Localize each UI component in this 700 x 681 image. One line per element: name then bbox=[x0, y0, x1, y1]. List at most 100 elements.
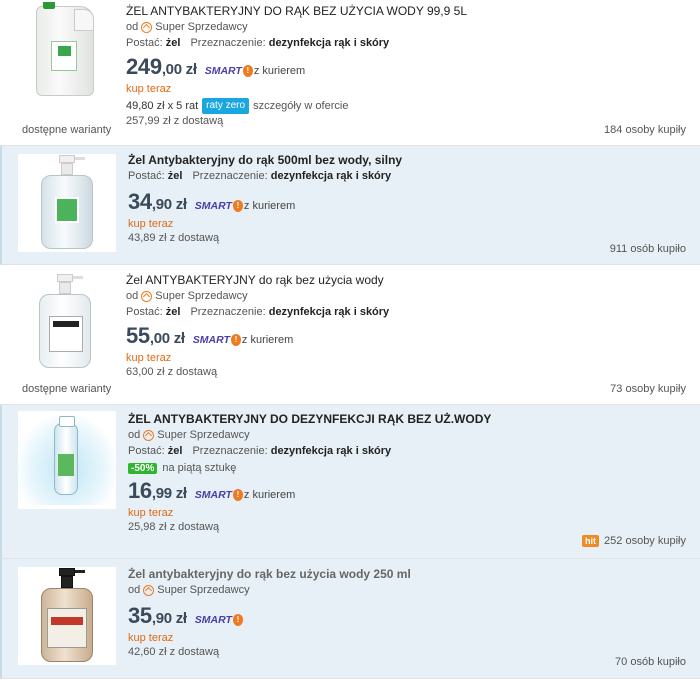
params: Postać: żel Przeznaczenie: dezynfekcja rą… bbox=[126, 36, 690, 50]
buy-now-link[interactable]: kup teraz bbox=[128, 217, 690, 231]
offer-title[interactable]: ŻEL ANTYBAKTERYJNY DO DEZYNFEKCJI RĄK BE… bbox=[128, 412, 690, 426]
param-value: żel bbox=[167, 170, 183, 182]
smart-badge-icon: ! bbox=[242, 65, 253, 77]
buy-now-link[interactable]: kup teraz bbox=[126, 351, 690, 365]
hit-badge: hit bbox=[582, 535, 600, 547]
offer-item: ŻEL ANTYBAKTERYJNY DO DEZYNFEKCJI RĄK BE… bbox=[0, 405, 700, 559]
seller-prefix: od bbox=[126, 21, 139, 33]
price-row: 249,00 zł SMART! z kurierem bbox=[126, 54, 690, 80]
buyers-count: 73 osoby kupiły bbox=[610, 383, 686, 395]
installment-line: 49,80 zł x 5 rat raty zero szczegóły w o… bbox=[126, 98, 690, 114]
seller-name: Super Sprzedawcy bbox=[157, 584, 250, 596]
shipping-price: 43,89 zł z dostawą bbox=[128, 232, 220, 244]
param-label: Postać: bbox=[126, 37, 163, 49]
shipping-price: 42,60 zł z dostawą bbox=[128, 646, 220, 658]
smart-logo: SMART! z kurierem bbox=[204, 65, 306, 77]
param-value: żel bbox=[167, 445, 183, 457]
buyers-count: 70 osób kupiło bbox=[615, 656, 686, 668]
smart-courier-text: z kurierem bbox=[243, 489, 296, 501]
price: 35,90 zł bbox=[128, 603, 187, 628]
buyers-count: 184 osoby kupiły bbox=[604, 124, 686, 136]
smart-badge-icon: ! bbox=[232, 200, 243, 212]
offer-item: ŻEL ANTYBAKTERYJNY DO RĄK BEZ UŻYCIA WOD… bbox=[0, 0, 700, 146]
params: Postać: żel Przeznaczenie: dezynfekcja rą… bbox=[128, 169, 690, 183]
price-row: 16,99 zł SMART! z kurierem bbox=[128, 478, 690, 504]
offer-title[interactable]: ŻEL ANTYBAKTERYJNY DO RĄK BEZ UŻYCIA WOD… bbox=[126, 4, 690, 18]
offer-title[interactable]: Żel ANTYBAKTERYJNY do rąk bez użycia wod… bbox=[126, 273, 690, 287]
buyers-count: 911 osób kupiło bbox=[609, 243, 686, 255]
smart-courier-text: z kurierem bbox=[243, 200, 296, 212]
params: Postać: żel Przeznaczenie: dezynfekcja rą… bbox=[128, 444, 690, 458]
price: 16,99 zł bbox=[128, 478, 187, 503]
buy-now-link[interactable]: kup teraz bbox=[128, 631, 690, 645]
offer-item: Żel Antybakteryjny do rąk 500ml bez wody… bbox=[0, 146, 700, 265]
variants-link[interactable]: dostępne warianty bbox=[22, 124, 111, 136]
param-label: Postać: bbox=[126, 306, 163, 318]
offer-title[interactable]: Żel Antybakteryjny do rąk 500ml bez wody… bbox=[128, 153, 690, 167]
buyers-count: hit 252 osoby kupiły bbox=[582, 535, 686, 547]
variants-link[interactable]: dostępne warianty bbox=[22, 383, 111, 395]
smart-logo: SMART! z kurierem bbox=[194, 200, 296, 212]
installment-text: 49,80 zł x 5 rat bbox=[126, 100, 199, 112]
raty-zero-badge: raty zero bbox=[202, 98, 250, 114]
smart-badge-icon: ! bbox=[230, 334, 241, 346]
param-label: Przeznaczenie: bbox=[192, 170, 268, 182]
price-row: 35,90 zł SMART! bbox=[128, 603, 690, 629]
param-label: Postać: bbox=[128, 170, 165, 182]
super-seller-icon bbox=[141, 21, 153, 33]
black-pump-bottle-image[interactable] bbox=[18, 567, 116, 665]
param-label: Przeznaczenie: bbox=[190, 306, 266, 318]
param-label: Postać: bbox=[128, 445, 165, 457]
smart-badge-icon: ! bbox=[232, 614, 243, 626]
buy-now-link[interactable]: kup teraz bbox=[128, 506, 690, 520]
params: Postać: żel Przeznaczenie: dezynfekcja rą… bbox=[126, 305, 690, 319]
seller-prefix: od bbox=[128, 429, 141, 441]
seller-prefix: od bbox=[126, 290, 139, 302]
shipping-price: 63,00 zł z dostawą bbox=[126, 366, 218, 378]
seller-line: od Super Sprzedawcy bbox=[126, 20, 690, 34]
offer-item: Żel ANTYBAKTERYJNY do rąk bez użycia wod… bbox=[0, 265, 700, 405]
buy-now-link[interactable]: kup teraz bbox=[126, 82, 690, 96]
super-seller-icon bbox=[143, 429, 155, 441]
seller-line: od Super Sprzedawcy bbox=[128, 583, 690, 597]
seller-line: od Super Sprzedawcy bbox=[128, 428, 690, 442]
price: 249,00 zł bbox=[126, 54, 197, 79]
offer-list: ŻEL ANTYBAKTERYJNY DO RĄK BEZ UŻYCIA WOD… bbox=[0, 0, 700, 679]
param-value: dezynfekcja rąk i skóry bbox=[268, 37, 390, 49]
price: 55,00 zł bbox=[126, 323, 185, 348]
smart-logo: SMART! bbox=[195, 614, 243, 626]
smart-logo: SMART! z kurierem bbox=[192, 334, 294, 346]
seller-name: Super Sprzedawcy bbox=[157, 429, 250, 441]
canister-image[interactable] bbox=[16, 2, 114, 100]
discount-badge: -50% bbox=[128, 462, 158, 474]
smart-courier-text: z kurierem bbox=[241, 334, 294, 346]
param-value: żel bbox=[165, 306, 181, 318]
param-label: Przeznaczenie: bbox=[192, 445, 268, 457]
param-value: dezynfekcja rąk i skóry bbox=[268, 306, 390, 318]
pump-bottle-image[interactable] bbox=[18, 154, 116, 252]
shipping-price: 25,98 zł z dostawą bbox=[128, 521, 220, 533]
seller-line: od Super Sprzedawcy bbox=[126, 289, 690, 303]
offer-item: Żel antybakteryjny do rąk bez użycia wod… bbox=[0, 559, 700, 679]
splash-bottle-image[interactable] bbox=[18, 411, 116, 509]
price-row: 34,90 zł SMART! z kurierem bbox=[128, 189, 690, 215]
installment-details: szczegóły w ofercie bbox=[253, 100, 349, 112]
seller-prefix: od bbox=[128, 584, 141, 596]
price: 34,90 zł bbox=[128, 189, 187, 214]
offer-title[interactable]: Żel antybakteryjny do rąk bez użycia wod… bbox=[128, 567, 690, 581]
smart-logo: SMART! z kurierem bbox=[194, 489, 296, 501]
seller-name: Super Sprzedawcy bbox=[155, 290, 248, 302]
super-seller-icon bbox=[141, 290, 153, 302]
seller-name: Super Sprzedawcy bbox=[155, 21, 248, 33]
promo-line: -50% na piątą sztukę bbox=[128, 462, 690, 474]
smart-badge-icon: ! bbox=[232, 489, 243, 501]
param-value: dezynfekcja rąk i skóry bbox=[270, 445, 392, 457]
smart-courier-text: z kurierem bbox=[253, 65, 306, 77]
clear-pump-bottle-image[interactable] bbox=[16, 273, 114, 371]
price-row: 55,00 zł SMART! z kurierem bbox=[126, 323, 690, 349]
promo-text: na piątą sztukę bbox=[162, 462, 237, 474]
param-label: Przeznaczenie: bbox=[190, 37, 266, 49]
super-seller-icon bbox=[143, 584, 155, 596]
param-value: żel bbox=[165, 37, 181, 49]
param-value: dezynfekcja rąk i skóry bbox=[270, 170, 392, 182]
